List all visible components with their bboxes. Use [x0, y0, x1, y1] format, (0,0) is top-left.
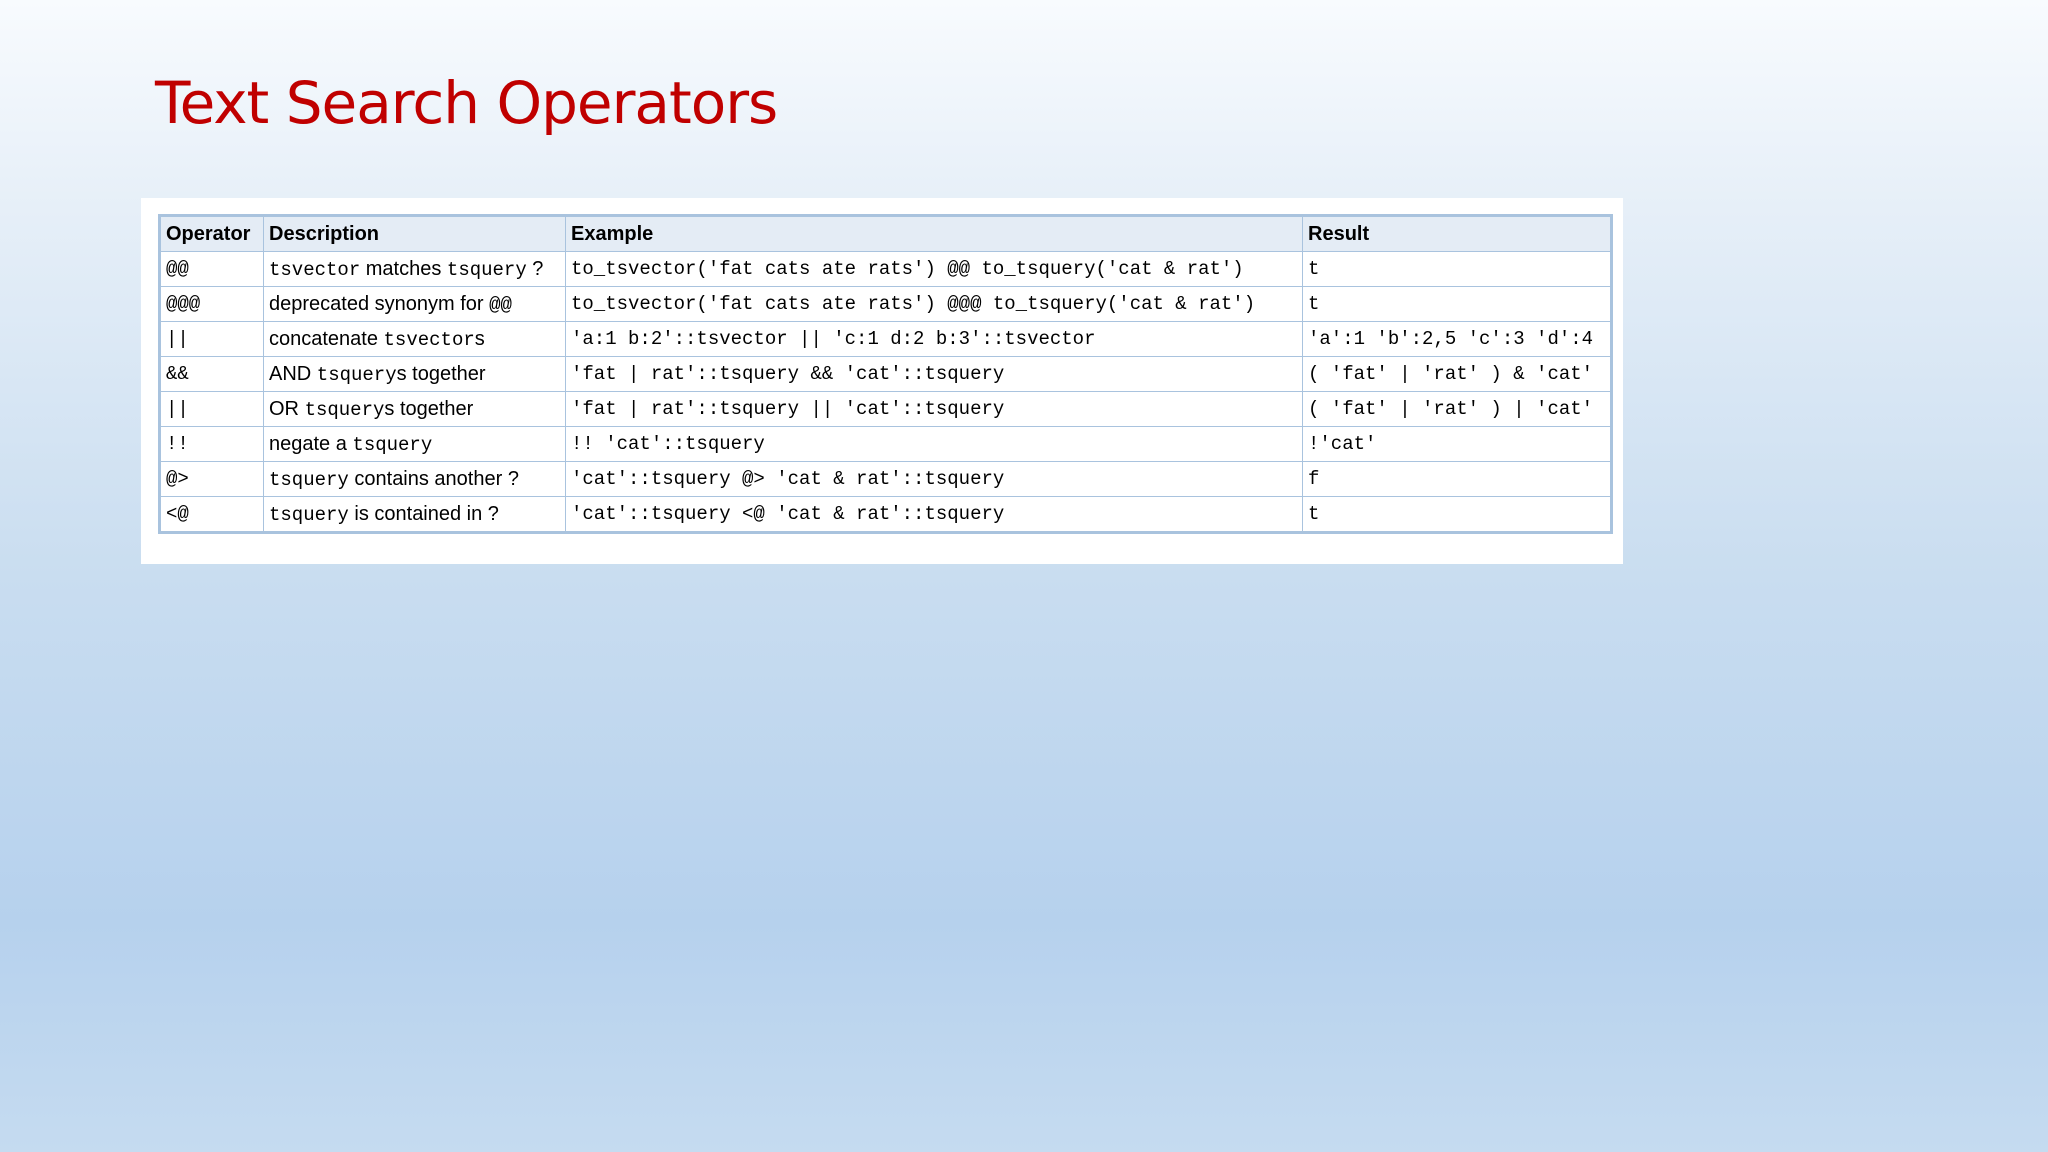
cell-description: AND tsquerys together: [263, 356, 566, 392]
description-text: contains another ?: [348, 467, 519, 490]
description-code: tsquery: [352, 433, 433, 456]
cell-operator: &&: [159, 356, 264, 392]
cell-operator: ||: [159, 321, 264, 357]
description-code: tsvector: [383, 328, 475, 351]
cell-operator: <@: [159, 496, 264, 533]
cell-example: to_tsvector('fat cats ate rats') @@ to_t…: [565, 251, 1303, 287]
description-text: deprecated synonym for: [269, 292, 490, 315]
cell-result: t: [1302, 496, 1612, 533]
slide-title: Text Search Operators: [155, 69, 778, 137]
cell-operator: !!: [159, 426, 264, 462]
description-text: s together: [396, 362, 486, 385]
cell-result: ( 'fat' | 'rat' ) & 'cat': [1302, 356, 1612, 392]
table-row: @> tsquery contains another ?'cat'::tsque…: [159, 461, 1612, 497]
cell-example: to_tsvector('fat cats ate rats') @@@ to_…: [565, 286, 1303, 322]
description-code: tsquery: [269, 468, 349, 491]
description-text: matches: [360, 257, 447, 280]
table-row: || concatenate tsvectors'a:1 b:2'::tsvect…: [159, 321, 1612, 357]
table-row: @@@ deprecated synonym for @@ to_tsvector(…: [159, 286, 1612, 322]
cell-description: tsvector matches tsquery ?: [263, 251, 566, 287]
description-code: @@: [489, 293, 512, 316]
cell-example: 'cat'::tsquery @> 'cat & rat'::tsquery: [565, 461, 1303, 497]
cell-operator: @>: [159, 461, 264, 497]
description-text: s together: [384, 397, 474, 420]
description-code: tsquery: [446, 258, 527, 281]
table-row: !! negate a tsquery!! 'cat'::tsquery !'cat…: [159, 426, 1612, 462]
cell-example: 'fat | rat'::tsquery && 'cat'::tsquery: [565, 356, 1303, 392]
cell-result: t: [1302, 286, 1612, 322]
cell-example: 'cat'::tsquery <@ 'cat & rat'::tsquery: [565, 496, 1303, 533]
header-example: Example: [565, 215, 1303, 252]
cell-description: tsquery contains another ?: [263, 461, 566, 497]
cell-description: OR tsquerys together: [263, 391, 566, 427]
cell-description: negate a tsquery: [263, 426, 566, 462]
description-text: is contained in ?: [348, 502, 499, 525]
description-text: OR: [269, 397, 305, 420]
description-text: concatenate: [269, 327, 384, 350]
description-text: AND: [269, 362, 317, 385]
cell-example: !! 'cat'::tsquery: [565, 426, 1303, 462]
cell-result: !'cat': [1302, 426, 1612, 462]
table-row: <@ tsquery is contained in ?'cat'::tsquer…: [159, 496, 1612, 533]
cell-description: deprecated synonym for @@: [263, 286, 566, 322]
description-code: tsquery: [304, 398, 385, 421]
table-row: && AND tsquerys together'fat | rat'::tsqu…: [159, 356, 1612, 392]
cell-description: concatenate tsvectors: [263, 321, 566, 357]
cell-result: ( 'fat' | 'rat' ) | 'cat': [1302, 391, 1612, 427]
description-text: negate a: [269, 432, 353, 455]
cell-operator: @@@: [159, 286, 264, 322]
cell-operator: @@: [159, 251, 264, 287]
description-code: tsvector: [269, 258, 361, 281]
cell-result: t: [1302, 251, 1612, 287]
description-code: tsquery: [269, 503, 349, 526]
header-operator: Operator: [159, 215, 264, 252]
table-panel: Operator Description Example Result @@ ts…: [141, 198, 1623, 564]
description-text: ?: [526, 257, 544, 280]
cell-example: 'a:1 b:2'::tsvector || 'c:1 d:2 b:3'::ts…: [565, 321, 1303, 357]
header-description: Description: [263, 215, 566, 252]
description-code: tsquery: [316, 363, 397, 386]
cell-description: tsquery is contained in ?: [263, 496, 566, 533]
table-body: @@ tsvector matches tsquery ? to_tsvector(…: [159, 251, 1612, 533]
table-header-row: Operator Description Example Result: [159, 215, 1612, 252]
header-result: Result: [1302, 215, 1612, 252]
operators-table: Operator Description Example Result @@ ts…: [158, 214, 1613, 534]
cell-example: 'fat | rat'::tsquery || 'cat'::tsquery: [565, 391, 1303, 427]
description-text: s: [474, 327, 485, 350]
cell-result: 'a':1 'b':2,5 'c':3 'd':4: [1302, 321, 1612, 357]
table-row: @@ tsvector matches tsquery ? to_tsvector(…: [159, 251, 1612, 287]
cell-operator: ||: [159, 391, 264, 427]
cell-result: f: [1302, 461, 1612, 497]
table-row: || OR tsquerys together'fat | rat'::tsque…: [159, 391, 1612, 427]
